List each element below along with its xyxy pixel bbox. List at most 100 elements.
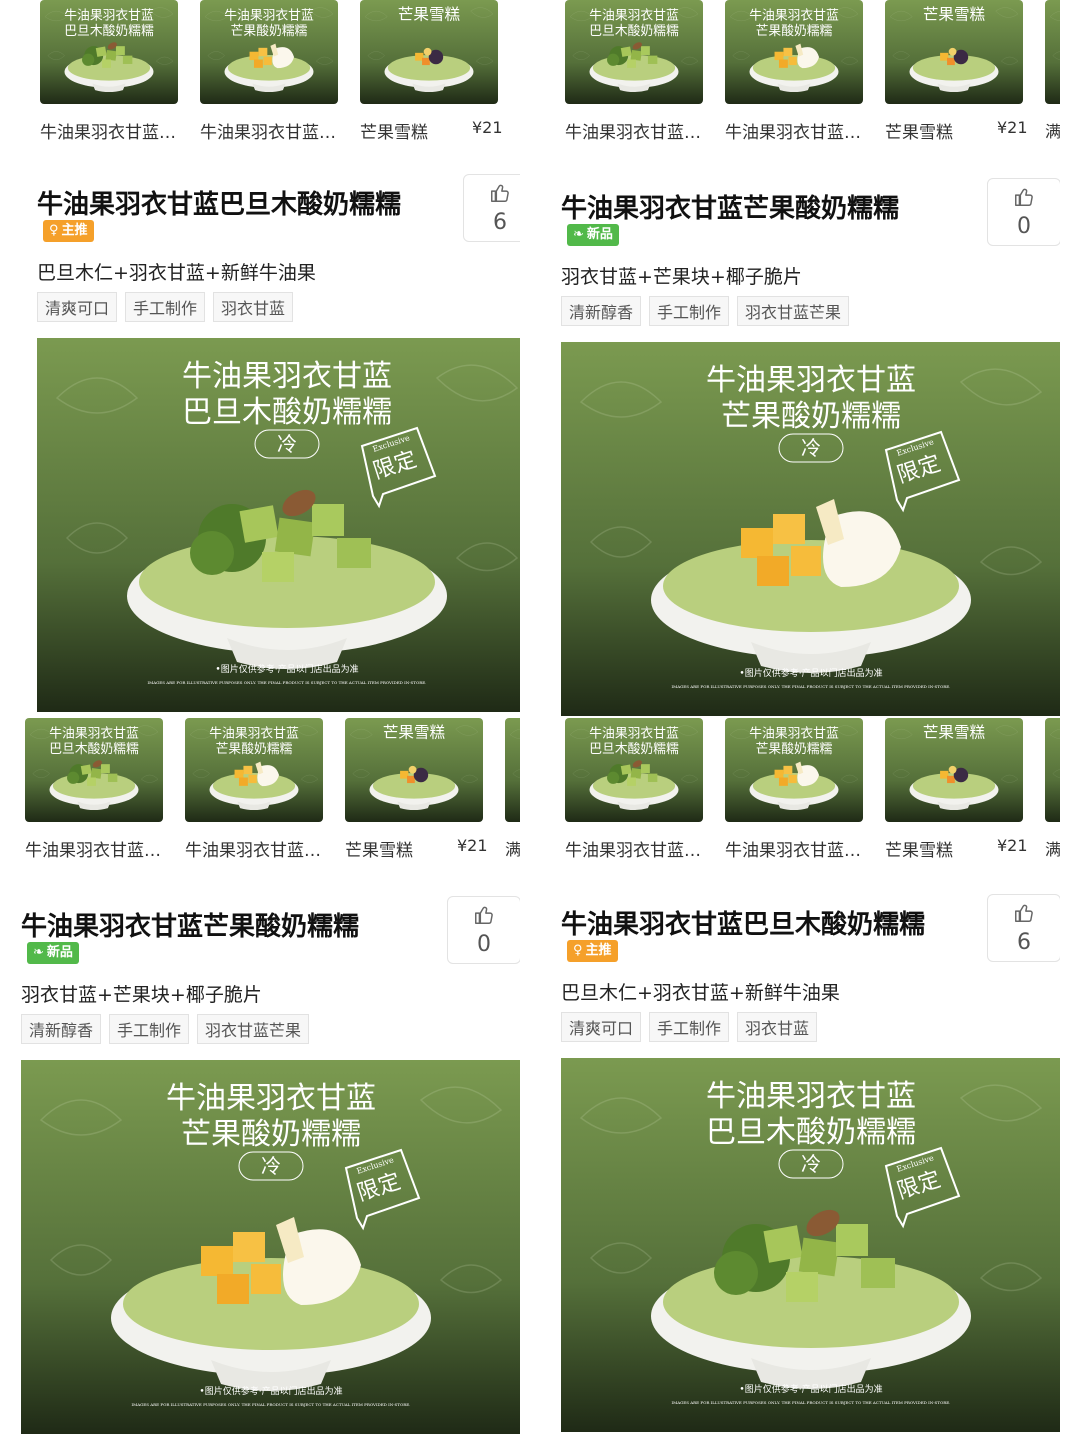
product-badge: ❧ 新品: [567, 224, 619, 246]
product-tag: 羽衣甘蓝: [737, 1012, 818, 1042]
product-tag: 清爽可口: [37, 292, 118, 322]
hero-disclaimer: •图片仅供参考·产品以门店出品为准: [215, 663, 358, 675]
thumb-title-text: 巴旦木酸奶糯糯: [589, 742, 679, 757]
like-count: 6: [1017, 929, 1031, 955]
hero-title-line2: 芒果酸奶糯糯: [721, 399, 901, 434]
product-tag: 手工制作: [125, 292, 206, 322]
hero-title-line2: 巴旦木酸奶糯糯: [182, 395, 392, 430]
like-button[interactable]: 0: [447, 896, 520, 964]
thumb-title-text: 牛油果羽衣甘蓝: [64, 7, 154, 23]
like-count: 0: [477, 931, 491, 957]
hero-cold-label: 冷: [261, 1154, 281, 1178]
product-description: 巴旦木仁+羽衣甘蓝+新鲜牛油果: [37, 262, 316, 284]
thumb-card[interactable]: 牛油果羽衣甘蓝 巴旦木酸奶糯糯 牛油果羽衣甘蓝…: [25, 718, 163, 858]
hero-disclaimer-en: IMAGES ARE FOR ILLUSTRATIVE PURPOSES ONL…: [672, 684, 951, 689]
leaf-icon: ❧: [33, 945, 44, 960]
like-button[interactable]: 6: [463, 174, 520, 242]
product-panel: 牛油果羽衣甘蓝 巴旦木酸奶糯糯 牛油果羽衣甘蓝… 牛油果羽衣甘蓝 芒果酸奶糯糯 牛油果羽…: [540, 0, 1060, 718]
hero-title-line1: 牛油果羽衣甘蓝: [706, 1079, 916, 1114]
thumb-label: 牛油果羽衣甘蓝…: [565, 841, 701, 858]
product-panel: 牛油果羽衣甘蓝 巴旦木酸奶糯糯 牛油果羽衣甘蓝… 牛油果羽衣甘蓝 芒果酸奶糯糯 牛油果羽…: [0, 718, 520, 1440]
thumb-label: 牛油果羽衣甘蓝…: [200, 123, 336, 140]
product-badge: ♀ 主推: [43, 220, 94, 242]
thumb-label: 牛油果羽衣甘蓝…: [565, 123, 701, 140]
thumb-image: 芒果雪糕: [505, 718, 520, 822]
thumb-price: ¥21: [457, 836, 488, 855]
thumb-title-text: 芒果雪糕: [923, 723, 986, 741]
hero-disclaimer-en: IMAGES ARE FOR ILLUSTRATIVE PURPOSES ONL…: [132, 1402, 411, 1407]
like-button[interactable]: 6: [987, 894, 1060, 962]
product-tag: 羽衣甘蓝芒果: [197, 1014, 310, 1044]
thumb-label: 牛油果羽衣甘蓝…: [25, 841, 161, 858]
like-count: 6: [493, 209, 507, 235]
thumb-title-text: 芒果雪糕: [398, 5, 461, 23]
thumb-card-partial[interactable]: 芒果雪糕: [505, 718, 520, 822]
product-hero-image: 牛油果羽衣甘蓝 芒果酸奶糯糯冷 Exclusive 限定 •图片仅供参考·产品以门店出品…: [21, 1060, 520, 1434]
badge-label: 新品: [586, 227, 613, 242]
product-title: 牛油果羽衣甘蓝巴旦木酸奶糯糯: [37, 190, 402, 220]
product-tags: 清爽可口 手工制作 羽衣甘蓝: [561, 1012, 818, 1042]
thumb-image: 芒果雪糕: [885, 0, 1023, 104]
product-title: 牛油果羽衣甘蓝巴旦木酸奶糯糯: [561, 910, 926, 940]
thumb-label: 牛油果羽衣甘蓝…: [725, 841, 861, 858]
product-tags: 清新醇香 手工制作 羽衣甘蓝芒果: [561, 296, 850, 326]
thumb-title-text: 芒果雪糕: [383, 723, 446, 741]
thumb-title-text: 牛油果羽衣甘蓝: [749, 7, 839, 23]
thumb-card[interactable]: 牛油果羽衣甘蓝 芒果酸奶糯糯牛油果羽衣甘蓝…: [200, 0, 338, 140]
thumb-title-text: 牛油果羽衣甘蓝: [209, 725, 299, 741]
thumb-card-partial[interactable]: 芒果雪糕: [1045, 718, 1060, 822]
product-tags: 清新醇香 手工制作 羽衣甘蓝芒果: [21, 1014, 310, 1044]
thumb-label: 牛油果羽衣甘蓝…: [40, 123, 176, 140]
thumb-card[interactable]: 牛油果羽衣甘蓝 芒果酸奶糯糯牛油果羽衣甘蓝…: [725, 718, 863, 858]
thumb-title-text: 芒果酸奶糯糯: [756, 741, 833, 757]
thumb-image: 牛油果羽衣甘蓝 巴旦木酸奶糯糯: [565, 0, 703, 104]
thumb-card[interactable]: 牛油果羽衣甘蓝 巴旦木酸奶糯糯牛油果羽衣甘蓝…: [40, 0, 178, 140]
thumb-card[interactable]: 牛油果羽衣甘蓝 巴旦木酸奶糯糯牛油果羽衣甘蓝…: [565, 0, 703, 140]
medal-icon: ♀: [573, 943, 583, 958]
thumb-card[interactable]: 牛油果羽衣甘蓝 巴旦木酸奶糯糯 牛油果羽衣甘蓝…: [565, 718, 703, 858]
thumb-image: 芒果雪糕: [360, 0, 498, 104]
product-hero-image: 牛油果羽衣甘蓝 巴旦木酸奶糯糯冷 Exclusive 限定 •图片仅供参考·产品以门店出…: [561, 1058, 1060, 1432]
thumb-image: 牛油果羽衣甘蓝 芒果酸奶糯糯: [200, 0, 338, 104]
thumb-card-partial[interactable]: 芒果雪糕: [1045, 0, 1060, 104]
like-button[interactable]: 0: [987, 178, 1060, 246]
thumb-card[interactable]: 牛油果羽衣甘蓝 芒果酸奶糯糯 牛油果羽衣甘蓝…: [725, 0, 863, 140]
thumb-title-text: 牛油果羽衣甘蓝: [749, 725, 839, 741]
thumbs-up-icon: [473, 904, 495, 930]
thumb-image: 牛油果羽衣甘蓝 芒果酸奶糯糯: [725, 0, 863, 104]
like-count: 0: [1017, 213, 1031, 239]
product-panel: 牛油果羽衣甘蓝 巴旦木酸奶糯糯 牛油果羽衣甘蓝… 牛油果羽衣甘蓝 芒果酸奶糯糯 牛油果羽…: [0, 0, 520, 718]
hero-title-line1: 牛油果羽衣甘蓝: [182, 359, 392, 394]
thumb-title-text: 芒果酸奶糯糯: [231, 23, 308, 39]
product-description: 羽衣甘蓝+芒果块+椰子脆片: [21, 984, 262, 1006]
thumbs-up-icon: [1013, 186, 1035, 212]
hero-disclaimer-en: IMAGES ARE FOR ILLUSTRATIVE PURPOSES ONL…: [148, 680, 427, 685]
hero-title-line2: 芒果酸奶糯糯: [181, 1117, 361, 1152]
product-tag: 手工制作: [649, 1012, 730, 1042]
product-badge: ❧ 新品: [27, 942, 79, 964]
product-tags: 清爽可口 手工制作 羽衣甘蓝: [37, 292, 294, 322]
badge-label: 主推: [585, 943, 612, 958]
hero-title-line1: 牛油果羽衣甘蓝: [706, 363, 916, 398]
hero-title-line2: 巴旦木酸奶糯糯: [706, 1115, 916, 1150]
hero-disclaimer: •图片仅供参考·产品以门店出品为准: [739, 667, 882, 679]
thumb-card[interactable]: 牛油果羽衣甘蓝 芒果酸奶糯糯 牛油果羽衣甘蓝…: [185, 718, 323, 858]
product-tag: 羽衣甘蓝: [213, 292, 294, 322]
thumb-image: 芒果雪糕: [1045, 0, 1060, 104]
recommendation-strip: 牛油果羽衣甘蓝巴旦木酸奶糯糯牛油果羽衣甘蓝… 牛油果羽衣甘蓝 芒果酸奶糯糯牛油果羽…: [540, 718, 1060, 858]
thumbs-up-icon: [1013, 902, 1035, 928]
hero-cold-label: 冷: [277, 432, 297, 456]
product-hero-image: 牛油果羽衣甘蓝 巴旦木酸奶糯糯冷 Exclusive 限定 •图片仅供参考·产品以门店出…: [37, 338, 520, 712]
product-tag: 清新醇香: [21, 1014, 102, 1044]
thumb-price: ¥21: [997, 118, 1028, 137]
thumb-title-text: 牛油果羽衣甘蓝: [49, 725, 139, 741]
product-badge: ♀ 主推: [567, 940, 618, 962]
thumb-title-text: 巴旦木酸奶糯糯: [64, 24, 154, 39]
hero-disclaimer-en: IMAGES ARE FOR ILLUSTRATIVE PURPOSES ONL…: [672, 1400, 951, 1405]
product-description: 羽衣甘蓝+芒果块+椰子脆片: [561, 266, 802, 288]
hero-disclaimer: •图片仅供参考·产品以门店出品为准: [739, 1383, 882, 1395]
screenshot-grid: 牛油果羽衣甘蓝 巴旦木酸奶糯糯 牛油果羽衣甘蓝… 牛油果羽衣甘蓝 芒果酸奶糯糯 牛油果羽…: [0, 0, 1080, 1440]
medal-icon: ♀: [49, 223, 59, 238]
thumb-title-text: 牛油果羽衣甘蓝: [224, 7, 314, 23]
product-title: 牛油果羽衣甘蓝芒果酸奶糯糯: [561, 194, 900, 224]
